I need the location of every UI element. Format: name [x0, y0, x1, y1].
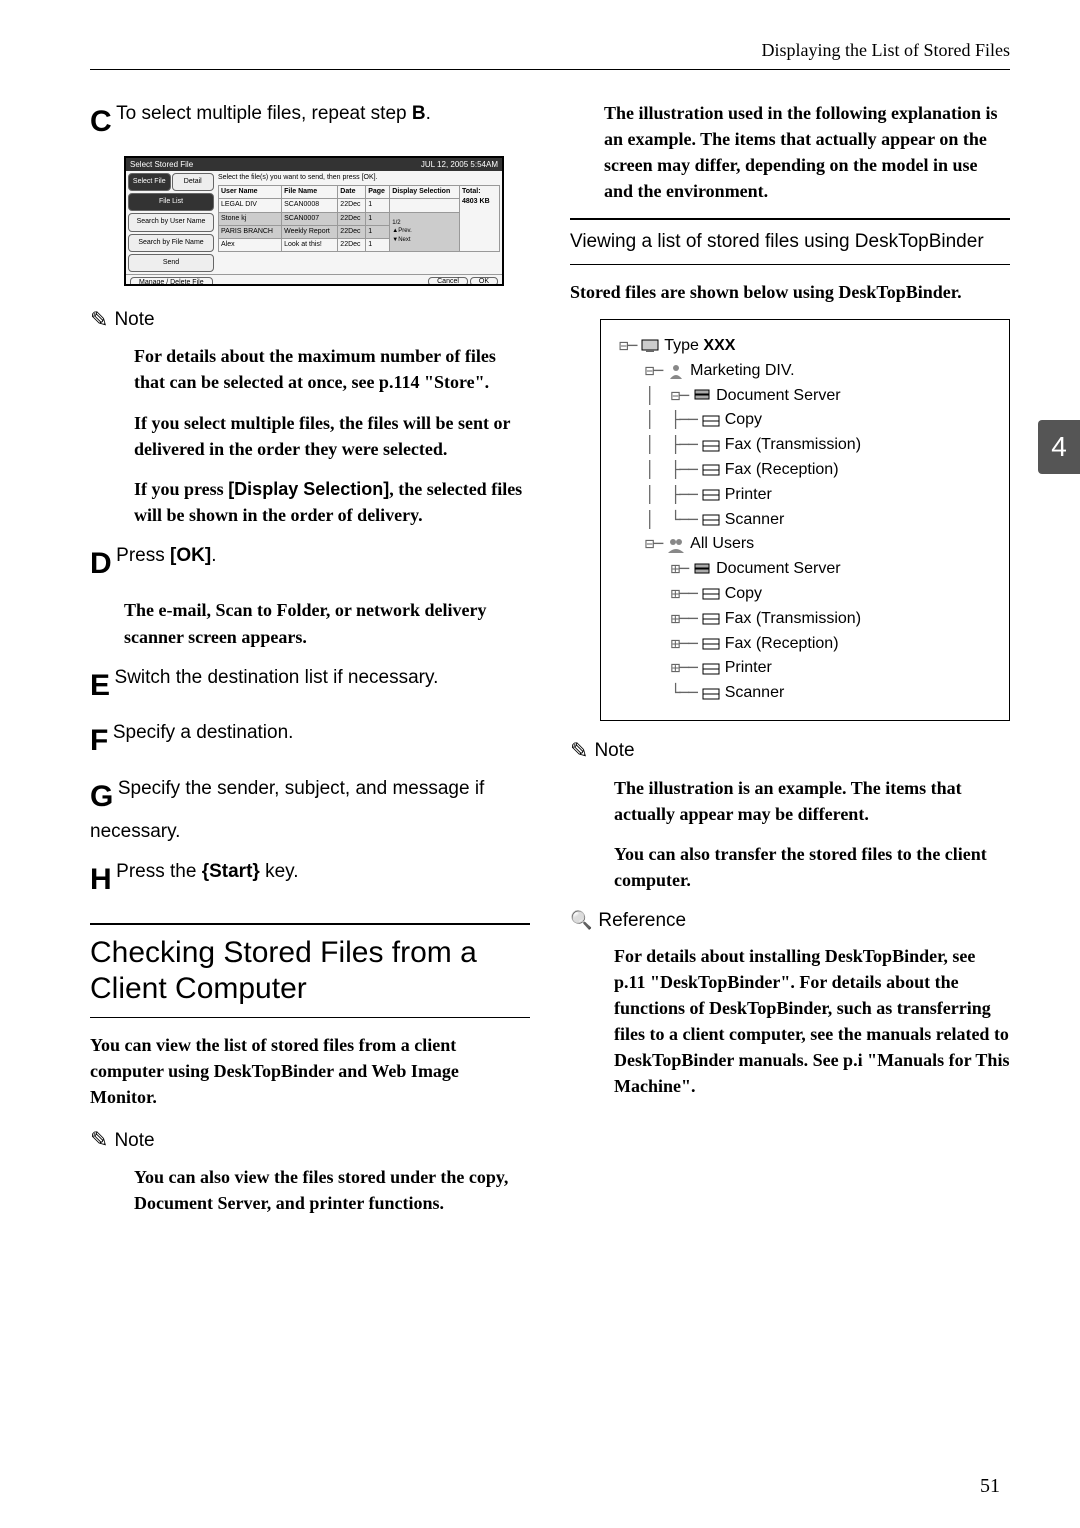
- step-f-text: Specify a destination.: [113, 722, 294, 743]
- sb-table: User Name File Name Date Page Display Se…: [218, 185, 500, 252]
- magnifier-icon: [570, 907, 592, 935]
- sb-manage[interactable]: Manage / Delete File: [130, 277, 213, 286]
- func-icon: [701, 611, 721, 627]
- note3-label: Note: [594, 737, 634, 765]
- note-label: Note: [114, 306, 154, 334]
- sb-time: JUL 12, 2005 5:54AM: [421, 159, 498, 171]
- func-icon: [701, 586, 721, 602]
- col-dispsel[interactable]: Display Selection: [390, 186, 460, 199]
- note2-body: You can also view the files stored under…: [134, 1164, 530, 1216]
- step-letter-d: D: [90, 542, 112, 586]
- page-number: 51: [980, 1475, 1000, 1498]
- note3-p2: You can also transfer the stored files t…: [614, 841, 1010, 893]
- sb-send[interactable]: Send: [128, 254, 214, 272]
- step-h-frag1: Press the: [116, 861, 202, 882]
- func-icon: [701, 636, 721, 652]
- step-d-key: [OK]: [170, 545, 211, 566]
- sb-search-file[interactable]: Search by File Name: [128, 234, 214, 252]
- step-letter-c: C: [90, 100, 112, 144]
- section-intro: You can view the list of stored files fr…: [90, 1032, 530, 1110]
- note3-heading: Note: [570, 735, 1010, 767]
- step-h-frag2: key.: [260, 861, 299, 882]
- reference-label: Reference: [598, 907, 686, 935]
- server-icon: [692, 562, 712, 578]
- note2-label: Note: [114, 1127, 154, 1155]
- step-c-frag2: .: [426, 103, 431, 124]
- note1-p1: For details about the maximum number of …: [134, 343, 530, 395]
- note-heading: Note: [90, 304, 530, 336]
- col-user[interactable]: User Name: [219, 186, 282, 199]
- note2-heading: Note: [90, 1124, 530, 1156]
- func-icon: [701, 686, 721, 702]
- note1-p3: If you press [Display Selection], the se…: [134, 476, 530, 528]
- step-c: C To select multiple files, repeat step …: [90, 100, 530, 144]
- func-icon: [701, 438, 721, 454]
- sb-filelist[interactable]: File List: [128, 193, 214, 211]
- note1-p2: If you select multiple files, the files …: [134, 410, 530, 462]
- step-g-text: Specify the sender, subject, and message…: [90, 778, 484, 843]
- subsection-body: Stored files are shown below using DeskT…: [570, 279, 1010, 305]
- pencil-icon: [570, 735, 588, 767]
- sb-tab-detail[interactable]: Detail: [172, 173, 215, 191]
- func-icon: [701, 661, 721, 677]
- device-icon: [640, 338, 660, 354]
- sb-search-user[interactable]: Search by User Name: [128, 213, 214, 231]
- step-d: D Press [OK].: [90, 542, 530, 586]
- step-letter-h: H: [90, 858, 112, 902]
- user-icon: [666, 363, 686, 379]
- running-header: Displaying the List of Stored Files: [90, 40, 1010, 70]
- step-d-frag2: .: [211, 545, 216, 566]
- step-d-body: The e-mail, Scan to Folder, or network d…: [124, 597, 530, 649]
- subsection-heading: Viewing a list of stored files using Des…: [570, 218, 1010, 265]
- section-heading: Checking Stored Files from a Client Comp…: [90, 923, 530, 1018]
- sb-total: Total:: [462, 187, 497, 197]
- step-c-text: To select multiple files, repeat step B.: [116, 103, 431, 124]
- sb-title: Select Stored File: [130, 159, 193, 171]
- sb-cancel[interactable]: Cancel: [428, 277, 468, 286]
- step-c-frag1: To select multiple files, repeat step: [116, 103, 412, 124]
- note3-p1: The illustration is an example. The item…: [614, 775, 1010, 827]
- func-icon: [701, 462, 721, 478]
- col-date[interactable]: Date: [338, 186, 366, 199]
- stored-file-screenshot: Select Stored File JUL 12, 2005 5:54AM S…: [124, 156, 504, 286]
- chapter-tab: 4: [1038, 420, 1080, 474]
- sb-tab-select[interactable]: Select File: [128, 173, 171, 191]
- step-f: F Specify a destination.: [90, 719, 530, 763]
- step-g: G Specify the sender, subject, and messa…: [90, 775, 530, 846]
- table-row[interactable]: Stone kjSCAN000722Dec11/2▲Prev.▼Next: [219, 212, 500, 225]
- left-column: C To select multiple files, repeat step …: [90, 100, 530, 1231]
- step-letter-g: G: [90, 775, 113, 819]
- pencil-icon: [90, 304, 108, 336]
- col-page[interactable]: Page: [366, 186, 390, 199]
- step-e: E Switch the destination list if necessa…: [90, 664, 530, 708]
- server-icon: [692, 388, 712, 404]
- reference-heading: Reference: [570, 907, 1010, 935]
- func-icon: [701, 512, 721, 528]
- step-h: H Press the {Start} key.: [90, 858, 530, 902]
- step-d-frag1: Press: [116, 545, 170, 566]
- table-row[interactable]: LEGAL DIVSCAN000822Dec1: [219, 199, 500, 212]
- desktopbinder-tree: ⊟─Type XXX ⊟─Marketing DIV. │ ⊟─Document…: [600, 319, 1010, 721]
- users-icon: [666, 537, 686, 553]
- reference-body: For details about installing DeskTopBind…: [614, 943, 1010, 1100]
- sb-hint: Select the file(s) you want to send, the…: [218, 173, 500, 183]
- sb-total-val: 4803 KB: [462, 197, 497, 207]
- step-letter-e: E: [90, 664, 110, 708]
- sb-ok[interactable]: OK: [470, 277, 498, 286]
- step-letter-f: F: [90, 719, 108, 763]
- right-intro: The illustration used in the following e…: [604, 100, 1010, 204]
- step-h-key: {Start}: [202, 861, 260, 882]
- func-icon: [701, 487, 721, 503]
- func-icon: [701, 413, 721, 429]
- right-column: The illustration used in the following e…: [570, 100, 1010, 1231]
- step-c-key: B: [412, 103, 426, 124]
- step-e-text: Switch the destination list if necessary…: [115, 667, 439, 688]
- col-file[interactable]: File Name: [282, 186, 338, 199]
- pencil-icon: [90, 1124, 108, 1156]
